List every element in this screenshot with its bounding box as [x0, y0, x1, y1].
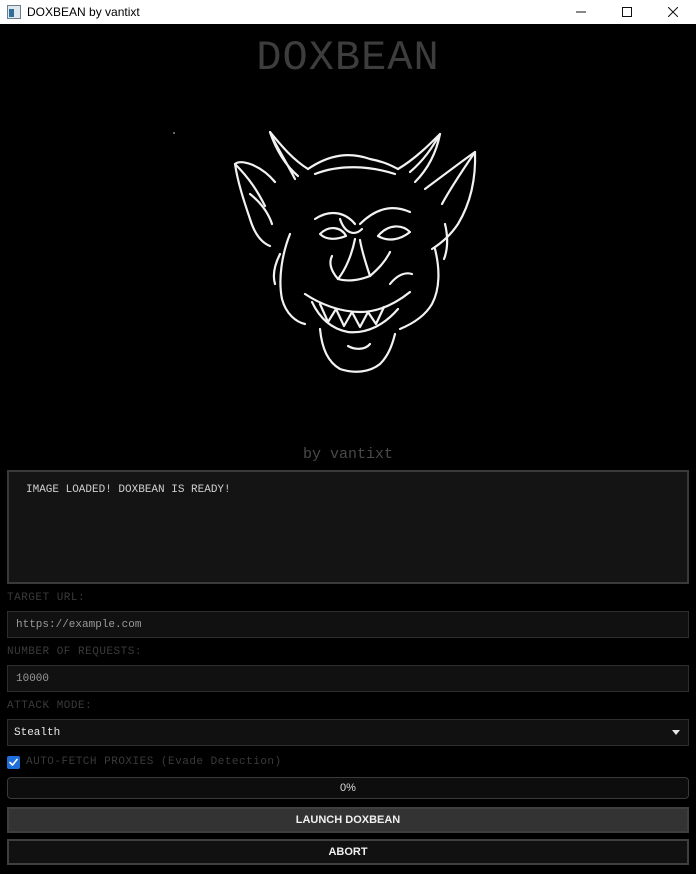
- requests-input[interactable]: 10000: [7, 665, 689, 692]
- abort-button[interactable]: ABORT: [7, 839, 689, 865]
- auto-fetch-proxies-label: AUTO-FETCH PROXIES (Evade Detection): [26, 756, 282, 768]
- target-url-value: https://example.com: [16, 618, 142, 631]
- close-button[interactable]: [650, 0, 696, 24]
- devil-face-sketch-icon: [233, 130, 477, 373]
- window-title: DOXBEAN by vantixt: [27, 5, 140, 19]
- target-url-input[interactable]: https://example.com: [7, 611, 689, 638]
- maximize-button[interactable]: [604, 0, 650, 24]
- app-title: DOXBEAN: [256, 34, 440, 82]
- launch-button[interactable]: LAUNCH DOXBEAN: [7, 807, 689, 833]
- chevron-down-icon: [672, 730, 680, 735]
- title-bar: DOXBEAN by vantixt: [0, 0, 696, 24]
- auto-fetch-proxies-row[interactable]: AUTO-FETCH PROXIES (Evade Detection): [7, 755, 282, 769]
- attack-mode-select[interactable]: Stealth: [7, 719, 689, 746]
- main-panel: DOXBEAN by vantixt IMAGE LOADED! DOXBEAN…: [0, 24, 696, 874]
- close-icon: [668, 7, 678, 17]
- app-subtitle: by vantixt: [302, 446, 393, 463]
- auto-fetch-proxies-checkbox[interactable]: [7, 755, 20, 769]
- target-url-label: TARGET URL:: [7, 592, 86, 604]
- checkmark-icon: [9, 758, 18, 766]
- decorative-speck: [173, 132, 175, 134]
- minimize-icon: [576, 11, 586, 13]
- status-log-message: IMAGE LOADED! DOXBEAN IS READY!: [26, 484, 231, 496]
- requests-value: 10000: [16, 672, 50, 685]
- status-log: IMAGE LOADED! DOXBEAN IS READY!: [7, 470, 689, 584]
- attack-mode-label: ATTACK MODE:: [7, 700, 93, 712]
- minimize-button[interactable]: [558, 0, 604, 24]
- progress-text: 0%: [340, 782, 356, 794]
- app-icon: [7, 5, 21, 19]
- maximize-icon: [622, 7, 632, 17]
- progress-bar: 0%: [7, 777, 689, 799]
- attack-mode-value: Stealth: [14, 726, 61, 739]
- requests-label: NUMBER OF REQUESTS:: [7, 646, 142, 658]
